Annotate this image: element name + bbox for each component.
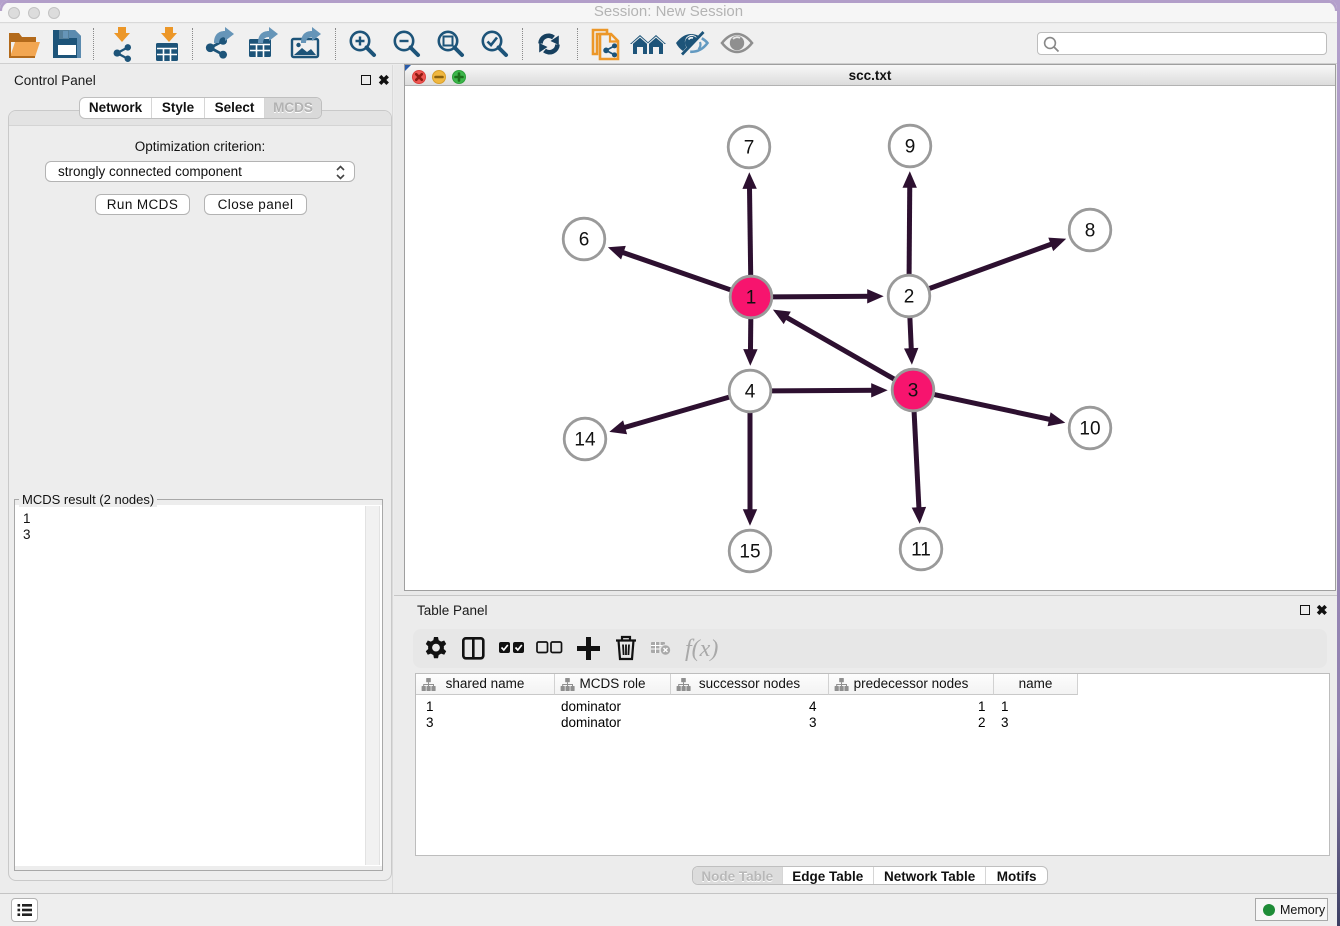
svg-text:3: 3 <box>908 381 919 402</box>
svg-text:f(x): f(x) <box>685 636 718 662</box>
svg-text:4: 4 <box>745 382 756 403</box>
svg-text:8: 8 <box>1085 221 1096 242</box>
svg-text:10: 10 <box>1079 419 1100 440</box>
svg-text:2: 2 <box>904 287 915 308</box>
svg-text:11: 11 <box>911 540 931 561</box>
svg-text:15: 15 <box>739 542 760 563</box>
svg-text:14: 14 <box>574 430 596 451</box>
svg-text:7: 7 <box>744 138 755 159</box>
svg-text:9: 9 <box>905 137 916 158</box>
svg-text:1: 1 <box>746 288 757 309</box>
svg-text:6: 6 <box>579 230 590 251</box>
